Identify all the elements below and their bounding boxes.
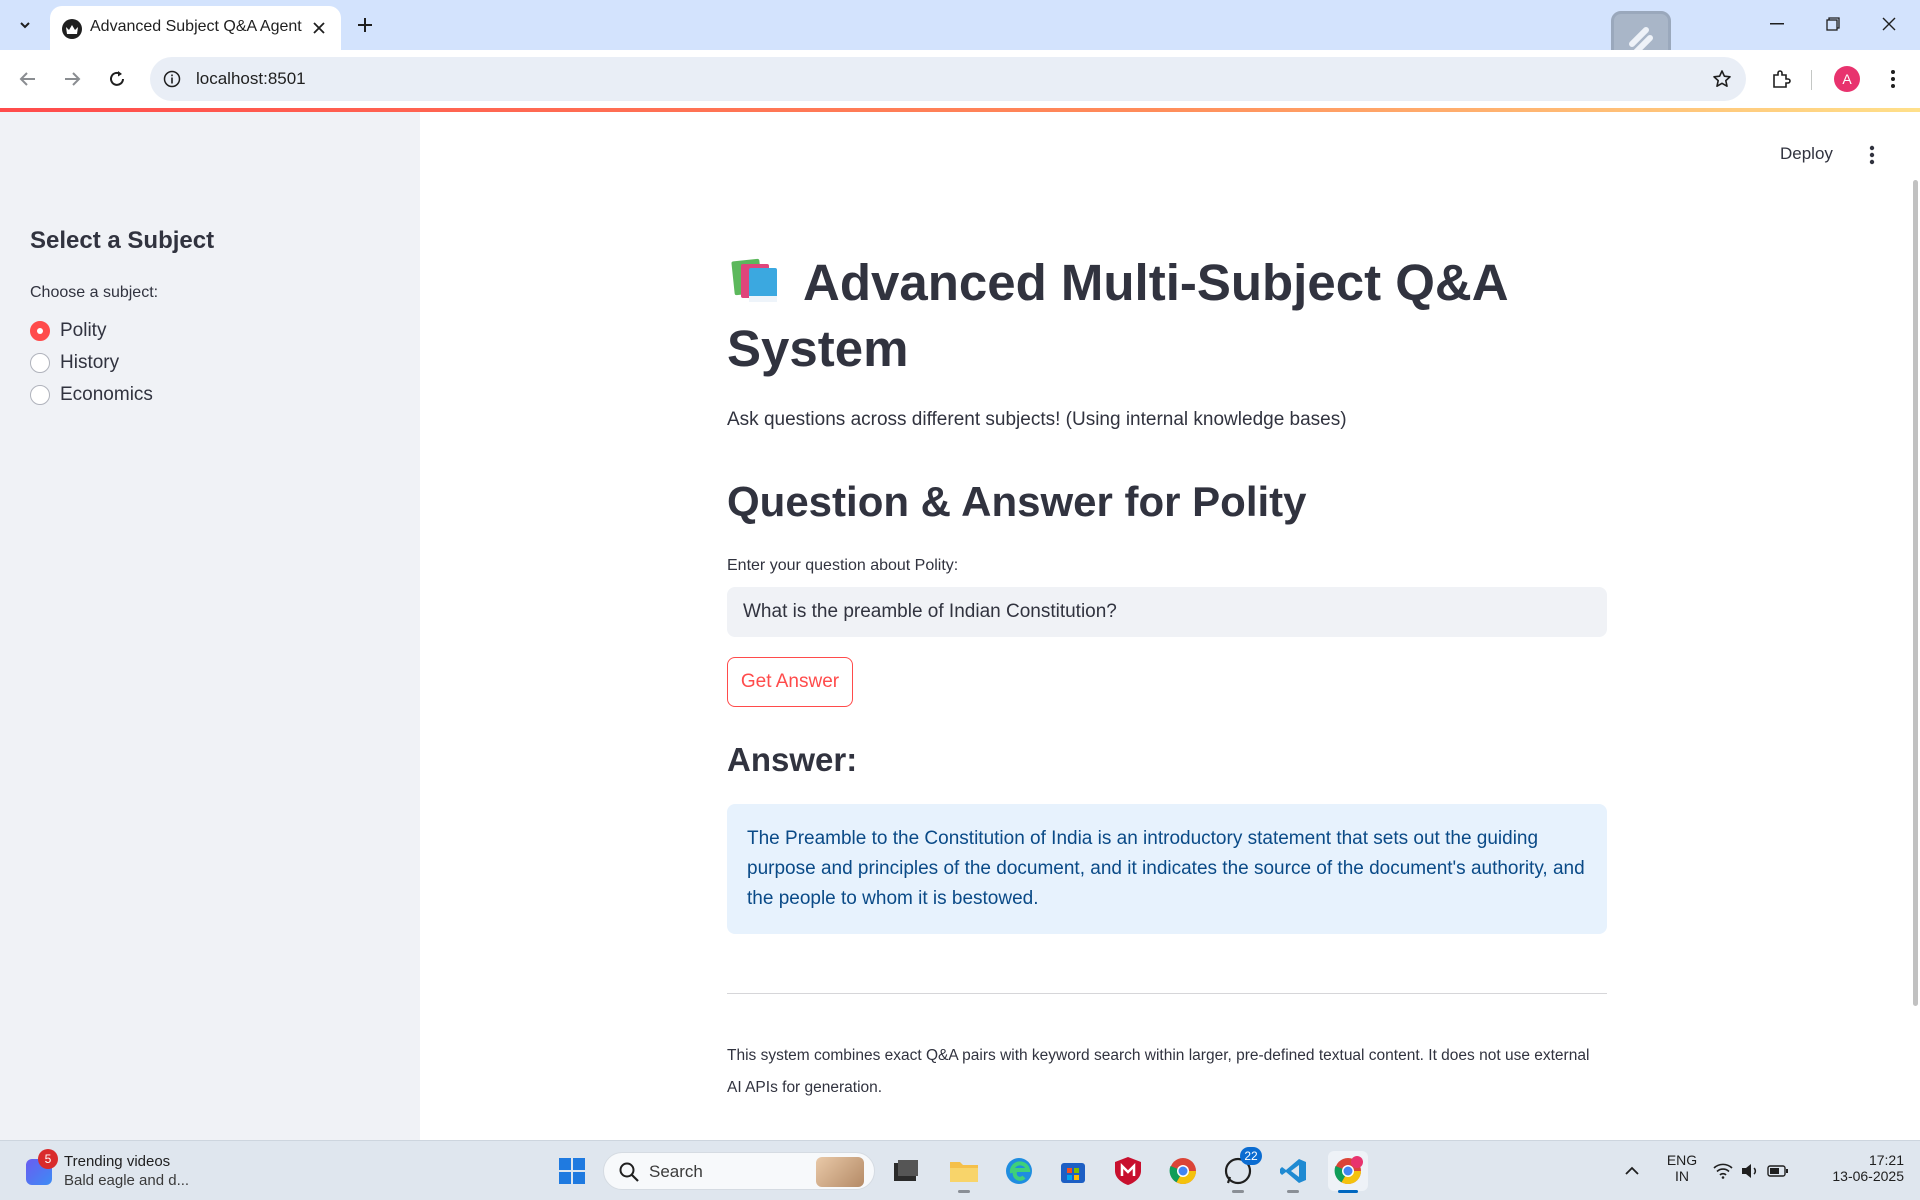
profile-avatar[interactable]: A <box>1831 63 1863 95</box>
get-answer-button[interactable]: Get Answer <box>727 657 853 707</box>
tab-search-chevron-icon[interactable] <box>10 10 40 40</box>
deploy-button[interactable]: Deploy <box>1772 140 1841 168</box>
chrome-profile-icon <box>1334 1156 1363 1185</box>
browser-tab[interactable]: Advanced Subject Q&A Agent <box>50 6 341 50</box>
running-indicator <box>958 1190 970 1193</box>
chrome-icon <box>1169 1158 1197 1185</box>
widgets-button[interactable]: 5 Trending videos Bald eagle and d... <box>24 1149 224 1193</box>
scrollbar[interactable] <box>1913 180 1918 1006</box>
task-view-button[interactable] <box>886 1151 926 1191</box>
file-explorer-button[interactable] <box>944 1151 984 1193</box>
back-arrow-icon[interactable] <box>12 63 44 95</box>
toolbar-separator <box>1811 70 1812 90</box>
page-title: Advanced Multi-Subject Q&A System <box>727 250 1607 382</box>
address-url: localhost:8501 <box>196 69 306 88</box>
language-bottom: IN <box>1675 1168 1689 1184</box>
answer-info-box: The Preamble to the Constitution of Indi… <box>727 804 1607 934</box>
divider <box>727 993 1607 994</box>
clock-date: 13-06-2025 <box>1832 1168 1904 1184</box>
footnote-caption: This system combines exact Q&A pairs wit… <box>727 1047 1590 1096</box>
sidebar: Select a Subject Choose a subject: Polit… <box>0 112 420 1140</box>
reload-icon[interactable] <box>101 63 133 95</box>
windows-logo-icon <box>559 1158 585 1184</box>
chrome-taskbar-button[interactable] <box>1163 1151 1203 1191</box>
chrome-profile-button[interactable] <box>1328 1151 1368 1193</box>
address-bar[interactable]: localhost:8501 <box>150 57 1746 101</box>
store-icon <box>1061 1163 1085 1183</box>
show-hidden-icons-button[interactable] <box>1612 1151 1652 1191</box>
taskbar: 5 Trending videos Bald eagle and d... Se… <box>0 1140 1920 1200</box>
search-highlight-image <box>816 1157 864 1187</box>
clock-time: 17:21 <box>1868 1152 1904 1168</box>
widgets-badge: 5 <box>38 1149 58 1169</box>
task-view-icon <box>894 1160 918 1181</box>
books-icon <box>727 254 783 302</box>
radio-option-label: Polity <box>60 320 107 341</box>
search-icon <box>619 1162 639 1182</box>
question-input[interactable] <box>727 587 1607 637</box>
question-label: Enter your question about Polity: <box>727 557 959 574</box>
page-title-text: Advanced Multi-Subject Q&A System <box>727 254 1507 377</box>
radio-option-polity[interactable]: Polity <box>30 319 106 343</box>
language-top: ENG <box>1666 1152 1698 1168</box>
radio-option-economics[interactable]: Economics <box>30 383 153 407</box>
start-button[interactable] <box>552 1151 592 1191</box>
tab-close-icon[interactable] <box>307 16 331 40</box>
radio-option-label: History <box>60 352 120 373</box>
language-indicator[interactable]: ENG IN <box>1662 1152 1702 1184</box>
whatsapp-button[interactable]: 22 <box>1218 1147 1262 1193</box>
sidebar-title: Select a Subject <box>30 227 215 254</box>
chrome-menu-icon[interactable] <box>1877 63 1909 95</box>
running-indicator <box>1232 1190 1244 1193</box>
site-info-icon[interactable] <box>160 67 184 91</box>
app-menu-icon[interactable] <box>1860 140 1884 170</box>
answer-text: The Preamble to the Constitution of Indi… <box>747 828 1585 909</box>
new-tab-plus-icon[interactable] <box>350 10 380 40</box>
edge-button[interactable] <box>999 1151 1039 1191</box>
active-indicator <box>1338 1190 1358 1193</box>
avatar: A <box>1834 66 1860 92</box>
battery-icon <box>1767 1165 1788 1177</box>
radio-unselected-icon[interactable] <box>30 353 50 373</box>
radio-option-label: Economics <box>60 384 153 405</box>
minimize-icon[interactable] <box>1754 8 1800 40</box>
tab-title: Advanced Subject Q&A Agent <box>90 18 302 35</box>
wifi-icon <box>1713 1163 1733 1179</box>
radio-selected-icon[interactable] <box>30 321 50 341</box>
close-window-icon[interactable] <box>1866 8 1912 40</box>
widget-title: Trending videos <box>64 1153 171 1170</box>
whatsapp-badge: 22 <box>1240 1147 1262 1165</box>
store-button[interactable] <box>1053 1151 1093 1191</box>
browser-toolbar: localhost:8501 A <box>0 50 1920 108</box>
bookmark-star-icon[interactable] <box>1710 67 1734 91</box>
browser-tabstrip: Advanced Subject Q&A Agent <box>0 0 1920 71</box>
edge-icon <box>1006 1158 1032 1184</box>
radio-option-history[interactable]: History <box>30 351 119 375</box>
mcafee-button[interactable] <box>1108 1151 1148 1191</box>
vscode-icon <box>1280 1159 1306 1183</box>
extensions-puzzle-icon[interactable] <box>1765 63 1797 95</box>
section-title: Question & Answer for Polity <box>727 478 1307 525</box>
mcafee-shield-icon <box>1115 1157 1141 1185</box>
taskbar-search[interactable]: Search <box>603 1152 875 1190</box>
running-indicator <box>1287 1190 1299 1193</box>
streamlit-favicon-icon <box>62 19 82 39</box>
restore-icon[interactable] <box>1810 8 1856 40</box>
answer-heading: Answer: <box>727 741 858 778</box>
widget-subtitle: Bald eagle and d... <box>64 1172 190 1189</box>
quick-settings-button[interactable] <box>1706 1151 1796 1191</box>
forward-arrow-icon[interactable] <box>56 63 88 95</box>
radio-unselected-icon[interactable] <box>30 385 50 405</box>
clock[interactable]: 17:21 13-06-2025 <box>1804 1152 1904 1184</box>
page-subtitle: Ask questions across different subjects!… <box>727 409 1347 430</box>
subject-radio-label: Choose a subject: <box>30 284 159 301</box>
chevron-up-icon <box>1625 1166 1639 1175</box>
folder-icon <box>950 1162 978 1182</box>
search-placeholder: Search <box>649 1162 703 1181</box>
volume-icon <box>1742 1164 1757 1178</box>
vscode-button[interactable] <box>1273 1151 1313 1193</box>
